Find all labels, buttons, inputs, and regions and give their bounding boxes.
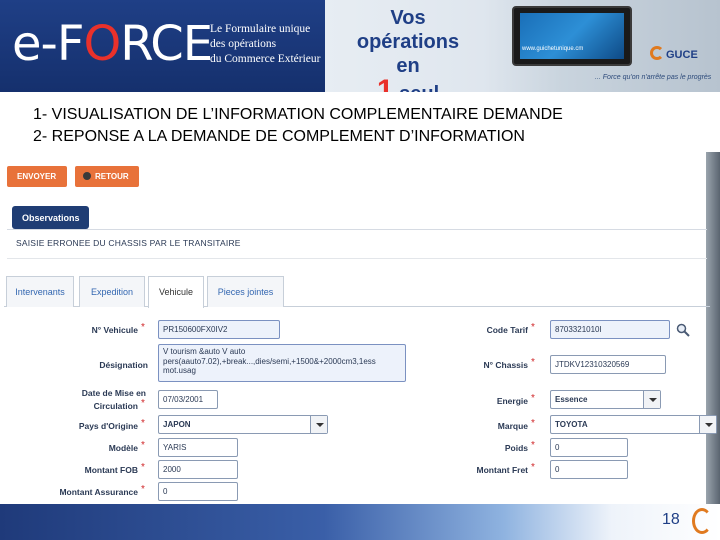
- retour-button[interactable]: RETOUR: [75, 166, 139, 187]
- montant-fob-field[interactable]: 2000: [158, 460, 238, 479]
- modele-required: *: [141, 440, 145, 451]
- no-vehicule-field[interactable]: PR150600FX0IV2: [158, 320, 280, 339]
- step-1: 1- VISUALISATION DE L’INFORMATION COMPLE…: [33, 106, 563, 123]
- marque-select[interactable]: TOYOTA: [550, 415, 717, 434]
- date-mise-required: *: [141, 398, 145, 409]
- montant-assurance-label: Montant Assurance: [59, 487, 138, 497]
- code-tarif-required: *: [531, 322, 535, 333]
- promo-text: Vos opérations en 1 seul formulaire: [338, 6, 478, 92]
- date-mise-circulation-field[interactable]: 07/03/2001: [158, 390, 218, 409]
- logo-prefix: e-F: [12, 16, 84, 72]
- poids-label: Poids: [504, 443, 528, 453]
- montant-fret-label: Montant Fret: [476, 465, 528, 475]
- back-icon: [83, 172, 91, 180]
- observations-button[interactable]: Observations: [12, 206, 89, 229]
- pays-origine-required: *: [141, 418, 145, 429]
- pays-origine-select[interactable]: JAPON: [158, 415, 328, 434]
- no-chassis-label: N° Chassis: [483, 360, 528, 370]
- guce-logo-icon: [650, 46, 664, 60]
- tab-pieces-jointes-label: Pieces jointes: [217, 287, 274, 297]
- logo-o: O: [83, 16, 121, 72]
- eforce-logo: e-FORCE: [12, 14, 213, 74]
- modele-label: Modèle: [108, 443, 138, 453]
- energie-select[interactable]: Essence: [550, 390, 661, 409]
- montant-fret-field[interactable]: 0: [550, 460, 628, 479]
- tablet-screen: [520, 13, 624, 59]
- guce-logo-label: GUCE: [666, 49, 698, 61]
- tab-vehicule-label: Vehicule: [158, 287, 194, 297]
- tab-intervenants[interactable]: Intervenants: [6, 276, 74, 307]
- code-tarif-field[interactable]: 8703321010I: [550, 320, 670, 339]
- tab-vehicule[interactable]: Vehicule: [148, 276, 204, 308]
- logo-suffix: RCE: [120, 16, 213, 72]
- no-chassis-field[interactable]: JTDKV12310320569: [550, 355, 666, 374]
- promo-line-1: Vos opérations: [356, 7, 460, 53]
- slide-footer: [0, 504, 720, 540]
- observations-text: SAISIE ERRONEE DU CHASSIS PAR LE TRANSIT…: [16, 238, 241, 248]
- observations-divider: [7, 229, 707, 230]
- chevron-down-icon[interactable]: [699, 416, 716, 433]
- marque-value: TOYOTA: [555, 420, 588, 429]
- pays-origine-label: Pays d'Origine: [78, 421, 138, 431]
- tagline-line-1: Le Formulaire unique: [210, 23, 311, 35]
- energie-required: *: [531, 393, 535, 404]
- chevron-down-icon[interactable]: [310, 416, 327, 433]
- search-icon[interactable]: [676, 323, 690, 337]
- montant-fob-label: Montant FOB: [84, 465, 138, 475]
- promo-number: 1: [376, 74, 394, 93]
- poids-field[interactable]: 0: [550, 438, 628, 457]
- tab-pieces-jointes[interactable]: Pieces jointes: [207, 276, 284, 307]
- promo-line-2: en: [396, 55, 420, 77]
- envoyer-button[interactable]: ENVOYER: [7, 166, 67, 187]
- marque-required: *: [531, 418, 535, 429]
- promo-line-3-text: seul formulaire: [359, 83, 457, 92]
- tagline-line-3: du Commerce Extérieur: [210, 53, 321, 65]
- montant-fret-required: *: [531, 462, 535, 473]
- modele-field[interactable]: YARIS: [158, 438, 238, 457]
- montant-assurance-field[interactable]: 0: [158, 482, 238, 501]
- step-2: 2- REPONSE A LA DEMANDE DE COMPLEMENT D’…: [33, 128, 525, 145]
- no-vehicule-label: N° Vehicule: [91, 325, 138, 335]
- no-vehicule-required: *: [141, 322, 145, 333]
- date-mise-label-1: Date de Mise en: [81, 388, 146, 398]
- energie-label: Energie: [496, 396, 528, 406]
- montant-fob-required: *: [141, 462, 145, 473]
- chevron-down-icon[interactable]: [643, 391, 660, 408]
- tab-expedition-label: Expedition: [90, 287, 134, 297]
- montant-assurance-required: *: [141, 484, 145, 495]
- poids-required: *: [531, 440, 535, 451]
- tab-expedition[interactable]: Expedition: [79, 276, 145, 307]
- banner-tagline: Le Formulaire unique des opérations du C…: [210, 22, 321, 67]
- retour-label: RETOUR: [95, 172, 129, 181]
- designation-field[interactable]: V tourism &auto V auto pers(aauto7.02),+…: [158, 344, 406, 382]
- tablet-url: www.guichetunique.cm: [522, 46, 584, 52]
- code-tarif-label: Code Tarif: [486, 325, 528, 335]
- observations-bottom-divider: [7, 258, 707, 259]
- banner-slogan: ... Force qu'on n'arrête pas le progrès: [595, 74, 712, 81]
- no-chassis-required: *: [531, 357, 535, 368]
- envoyer-label: ENVOYER: [17, 172, 57, 181]
- tablet-image: www.guichetunique.cm: [512, 6, 632, 66]
- energie-value: Essence: [555, 395, 588, 404]
- app-scroll-edge: [706, 152, 720, 504]
- observations-label: Observations: [22, 213, 80, 223]
- tab-intervenants-label: Intervenants: [15, 287, 65, 297]
- designation-label: Désignation: [99, 360, 148, 370]
- date-mise-label-2: Circulation: [93, 401, 138, 411]
- slide-steps: 1- VISUALISATION DE L’INFORMATION COMPLE…: [33, 104, 563, 148]
- promo-line-3: 1 seul formulaire: [338, 76, 478, 93]
- marque-label: Marque: [497, 421, 528, 431]
- guce-footer-icon: [692, 508, 712, 534]
- tagline-line-2: des opérations: [210, 38, 277, 50]
- page-number: 18: [662, 511, 680, 528]
- pays-origine-value: JAPON: [163, 420, 191, 429]
- header-banner: e-FORCE Le Formulaire unique des opérati…: [0, 0, 720, 92]
